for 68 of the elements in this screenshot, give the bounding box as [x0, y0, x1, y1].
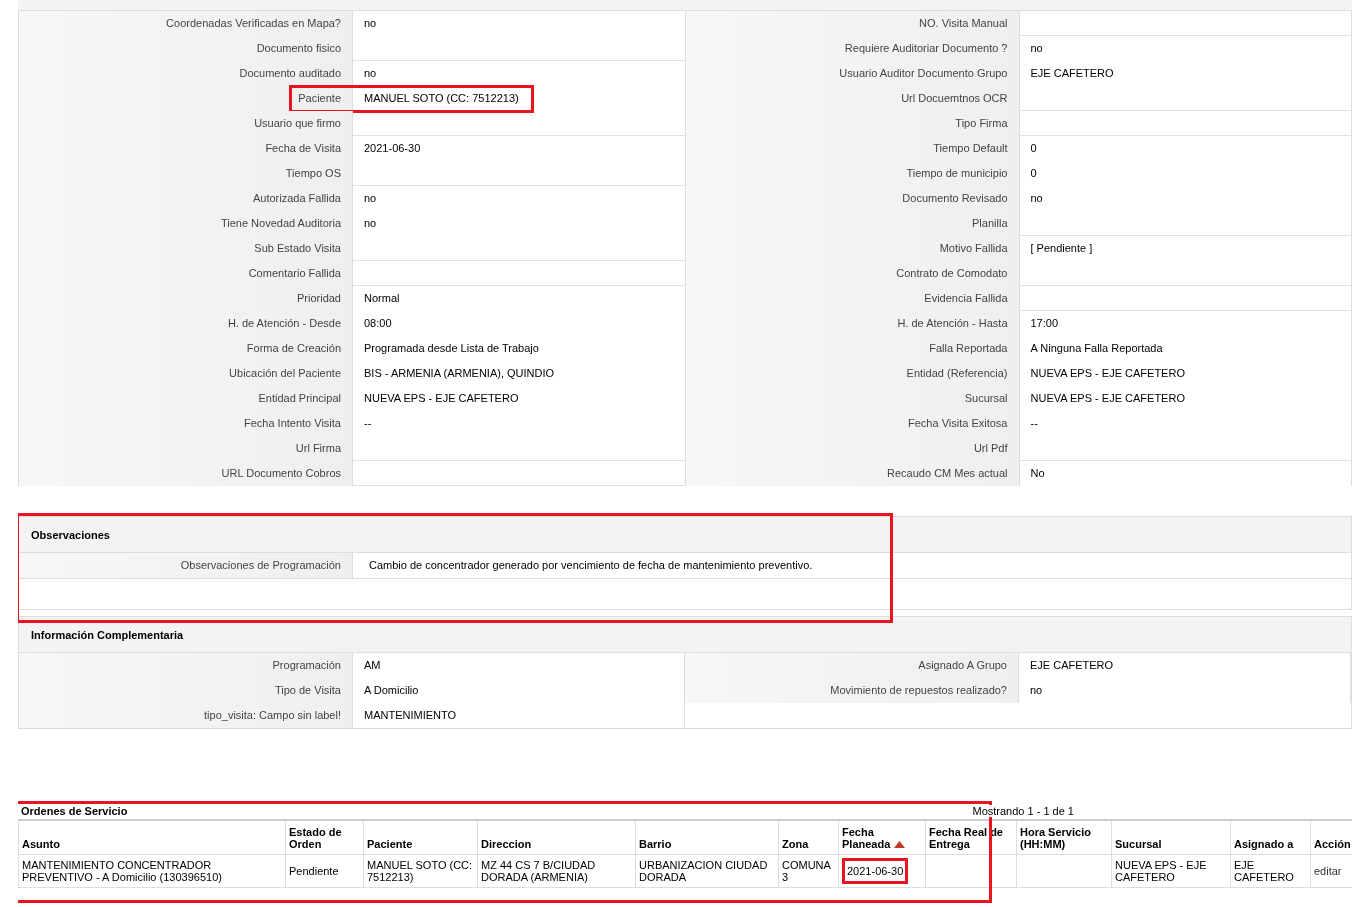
- field-label: Recaudo CM Mes actual: [685, 461, 1020, 486]
- field-label: H. de Atención - Desde: [19, 311, 353, 336]
- column-header[interactable]: Paciente: [363, 820, 478, 855]
- field-label: tipo_visita: Campo sin label!: [19, 703, 353, 728]
- section-header: Información Complementaria: [19, 617, 1351, 653]
- field-label: Entidad (Referencia): [685, 361, 1020, 386]
- column-header[interactable]: Hora Servicio (HH:MM): [1016, 820, 1112, 855]
- field-label: Tiene Novedad Auditoria: [19, 211, 353, 236]
- field-label: Url Firma: [19, 436, 353, 461]
- field-label: Sub Estado Visita: [19, 236, 353, 261]
- section-header: Observaciones: [19, 517, 1351, 553]
- field-label: Programación: [19, 653, 353, 678]
- field-label: Contrato de Comodato: [685, 261, 1020, 286]
- field-label: Paciente: [19, 86, 353, 111]
- field-label: H. de Atención - Hasta: [685, 311, 1020, 336]
- column-header[interactable]: Direccion: [477, 820, 636, 855]
- column-header[interactable]: Asunto: [18, 820, 286, 855]
- field-label: Coordenadas Verificadas en Mapa?: [19, 11, 353, 36]
- field-label: Prioridad: [19, 286, 353, 311]
- field-label: Url Docuemtnos OCR: [685, 86, 1020, 111]
- field-label: Ubicación del Paciente: [19, 361, 353, 386]
- field-label: Motivo Fallida: [685, 236, 1020, 261]
- table-cell: NUEVA EPS - EJE CAFETERO: [1115, 859, 1207, 883]
- field-label: Documento auditado: [19, 61, 353, 86]
- table-cell: URBANIZACION CIUDAD DORADA: [639, 859, 768, 883]
- table-cell: Pendiente: [289, 865, 339, 877]
- field-label: URL Documento Cobros: [19, 461, 353, 486]
- column-header[interactable]: Estado de Orden: [285, 820, 364, 855]
- field-label: Url Pdf: [685, 436, 1020, 461]
- field-label: Usuario Auditor Documento Grupo: [685, 61, 1020, 86]
- result-count: Mostrando 1 - 1 de 1: [970, 805, 1076, 817]
- column-header[interactable]: Sucursal: [1111, 820, 1231, 855]
- field-label: Tipo Firma: [685, 111, 1020, 136]
- table-cell: 2021-06-30: [842, 858, 909, 884]
- field-label: Documento Revisado: [685, 186, 1020, 211]
- field-label: NO. Visita Manual: [685, 11, 1020, 36]
- field-label: Autorizada Fallida: [19, 186, 353, 211]
- field-label: Forma de Creación: [19, 336, 353, 361]
- field-label: Tiempo OS: [19, 161, 353, 186]
- field-label: Observaciones de Programación: [19, 553, 353, 578]
- field-label: Fecha Intento Visita: [19, 411, 353, 436]
- field-label: Tipo de Visita: [19, 678, 353, 703]
- field-label: Planilla: [685, 211, 1020, 236]
- field-label: Fecha Visita Exitosa: [685, 411, 1020, 436]
- field-label: Falla Reportada: [685, 336, 1020, 361]
- column-header[interactable]: Barrio: [635, 820, 779, 855]
- table-cell: COMUNA 3: [782, 859, 831, 883]
- section-title: Ordenes de Servicio: [21, 805, 128, 817]
- field-label: Fecha de Visita: [19, 136, 353, 161]
- field-label: Entidad Principal: [19, 386, 353, 411]
- table-cell: EJE CAFETERO: [1234, 859, 1294, 883]
- column-header[interactable]: Fecha Planeada: [838, 820, 926, 855]
- field-label: Asignado A Grupo: [685, 653, 1019, 678]
- column-header[interactable]: Asignado a: [1230, 820, 1311, 855]
- field-label: Requiere Auditoriar Documento ?: [685, 36, 1020, 61]
- column-header[interactable]: Acción: [1310, 820, 1352, 855]
- field-label: Movimiento de repuestos realizado?: [685, 678, 1019, 703]
- column-header[interactable]: Zona: [778, 820, 839, 855]
- field-label: Documento fisico: [19, 36, 353, 61]
- field-label: Sucursal: [685, 386, 1020, 411]
- field-label: Comentario Fallida: [19, 261, 353, 286]
- table-cell: MZ 44 CS 7 B/CIUDAD DORADA (ARMENIA): [481, 859, 596, 883]
- field-label: Evidencia Fallida: [685, 286, 1020, 311]
- table-cell: MANUEL SOTO (CC: 7512213): [367, 859, 473, 883]
- table-cell: MANTENIMIENTO CONCENTRADOR PREVENTIVO - A Domicilio (130396510): [22, 859, 222, 883]
- field-label: Usuario que firmo: [19, 111, 353, 136]
- field-label: Tiempo Default: [685, 136, 1020, 161]
- field-label: Tiempo de municipio: [685, 161, 1020, 186]
